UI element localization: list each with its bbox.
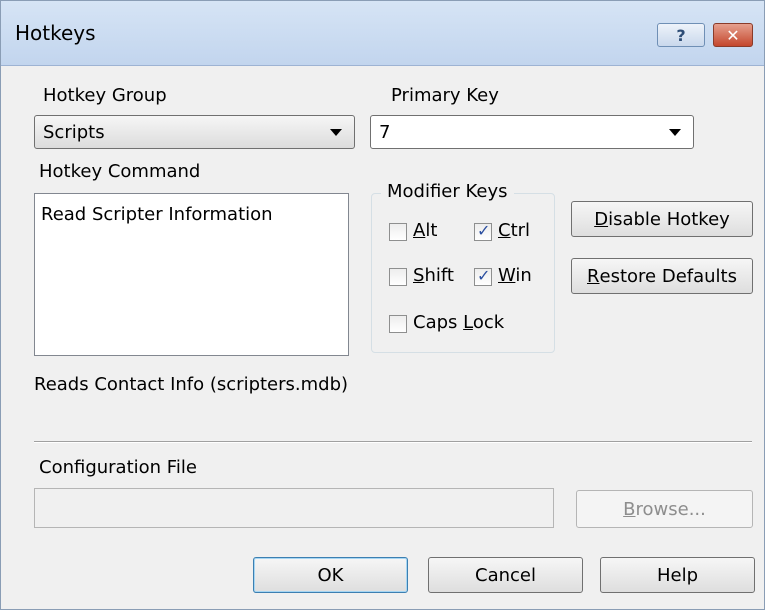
- chevron-down-icon: [330, 129, 342, 136]
- hotkey-group-dropdown[interactable]: Scripts: [34, 115, 355, 149]
- win-checkbox[interactable]: ✓: [474, 266, 492, 286]
- alt-checkbox[interactable]: [389, 223, 407, 241]
- close-x-icon: ✕: [726, 25, 740, 45]
- shift-checkbox[interactable]: [389, 268, 407, 286]
- alt-label: Alt: [413, 220, 438, 241]
- check-mark-icon: ✓: [477, 266, 491, 285]
- list-item[interactable]: Read Scripter Information: [41, 204, 273, 225]
- primary-key-dropdown[interactable]: 7: [370, 115, 694, 149]
- hotkey-description: Reads Contact Info (scripters.mdb): [34, 374, 349, 395]
- close-title-button[interactable]: ✕: [713, 23, 753, 47]
- modifier-keys-label: Modifier Keys: [381, 181, 514, 202]
- help-title-button[interactable]: ?: [657, 23, 705, 47]
- win-label: Win: [498, 265, 532, 286]
- hotkeys-dialog: Hotkeys ? ✕ Hotkey Group Scripts Primary…: [0, 0, 765, 610]
- help-button[interactable]: Help: [600, 557, 755, 593]
- question-mark-icon: ?: [676, 25, 686, 45]
- hotkey-command-list[interactable]: Read Scripter Information: [34, 193, 349, 356]
- title-bar: Hotkeys ? ✕: [1, 1, 764, 66]
- hotkey-group-value: Scripts: [43, 122, 105, 143]
- configuration-file-label: Configuration File: [39, 457, 197, 478]
- browse-button[interactable]: Browse...: [576, 490, 753, 528]
- caps-lock-checkbox[interactable]: [389, 315, 407, 333]
- ok-button[interactable]: OK: [253, 557, 408, 593]
- chevron-down-icon: [669, 129, 681, 136]
- ctrl-checkbox[interactable]: ✓: [474, 221, 492, 241]
- primary-key-label: Primary Key: [391, 85, 499, 106]
- configuration-file-field[interactable]: [34, 488, 554, 528]
- restore-defaults-button[interactable]: Restore Defaults: [571, 258, 753, 294]
- check-mark-icon: ✓: [477, 221, 491, 240]
- hotkey-command-label: Hotkey Command: [39, 161, 201, 182]
- primary-key-value: 7: [379, 122, 391, 143]
- caps-lock-label: Caps Lock: [413, 312, 505, 333]
- separator: [34, 441, 752, 443]
- disable-hotkey-button[interactable]: Disable Hotkey: [571, 201, 753, 237]
- ctrl-label: Ctrl: [498, 220, 531, 241]
- cancel-button[interactable]: Cancel: [428, 557, 583, 593]
- shift-label: Shift: [413, 265, 454, 286]
- window-title: Hotkeys: [15, 21, 96, 45]
- hotkey-group-label: Hotkey Group: [43, 85, 167, 106]
